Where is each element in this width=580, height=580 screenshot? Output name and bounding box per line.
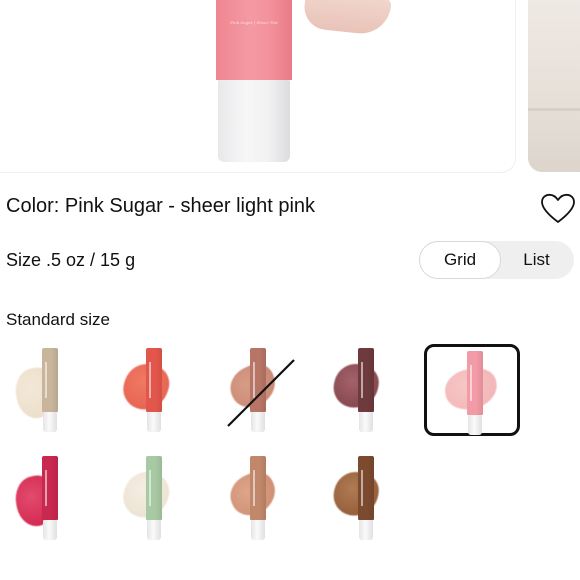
color-swatch[interactable] xyxy=(318,452,414,544)
swatch-smear xyxy=(329,359,383,413)
next-product-image[interactable] xyxy=(528,0,580,172)
color-swatch[interactable] xyxy=(210,452,306,544)
swatch-tube xyxy=(42,456,58,520)
unavailable-strike-icon xyxy=(227,359,295,427)
swatch-tube xyxy=(146,348,162,412)
swatch-tube-cap xyxy=(43,520,57,540)
color-swatch[interactable] xyxy=(210,344,306,436)
color-swatch[interactable] xyxy=(106,452,202,544)
product-tube-cap xyxy=(218,80,290,162)
swatch-tube-cap xyxy=(43,412,57,432)
color-swatch[interactable] xyxy=(106,344,202,436)
swatch-tube xyxy=(250,456,266,520)
swatch-tube-cap xyxy=(359,412,373,432)
finger-swatch xyxy=(302,0,392,37)
swatch-tube xyxy=(358,348,374,412)
swatch-tube xyxy=(467,351,483,415)
color-swatch[interactable] xyxy=(2,344,98,436)
swatch-tube xyxy=(358,456,374,520)
product-image[interactable]: Pink Sugar | Sheer Tint xyxy=(0,0,515,172)
swatch-tube-cap xyxy=(147,412,161,432)
color-swatch[interactable] xyxy=(2,452,98,544)
grid-view-button[interactable]: Grid xyxy=(419,241,501,279)
list-view-button[interactable]: List xyxy=(499,241,574,279)
size-label: Size .5 oz / 15 g xyxy=(6,250,136,270)
swatch-tube-cap xyxy=(359,520,373,540)
wishlist-button[interactable] xyxy=(540,193,576,225)
swatch-tube-cap xyxy=(468,415,482,435)
product-tube xyxy=(216,0,292,80)
view-toggle: Grid List xyxy=(419,241,574,279)
swatch-tube xyxy=(42,348,58,412)
swatch-tube xyxy=(146,456,162,520)
tube-print: Pink Sugar | Sheer Tint xyxy=(230,20,278,25)
color-label: Color: Pink Sugar - sheer light pink xyxy=(6,195,316,217)
section-label: Standard size xyxy=(6,310,110,329)
color-swatch[interactable] xyxy=(318,344,414,436)
swatch-tube-cap xyxy=(251,520,265,540)
heart-outline-icon xyxy=(541,193,575,223)
swatch-smear xyxy=(329,467,383,521)
color-swatch[interactable] xyxy=(424,344,520,436)
swatch-tube-cap xyxy=(147,520,161,540)
